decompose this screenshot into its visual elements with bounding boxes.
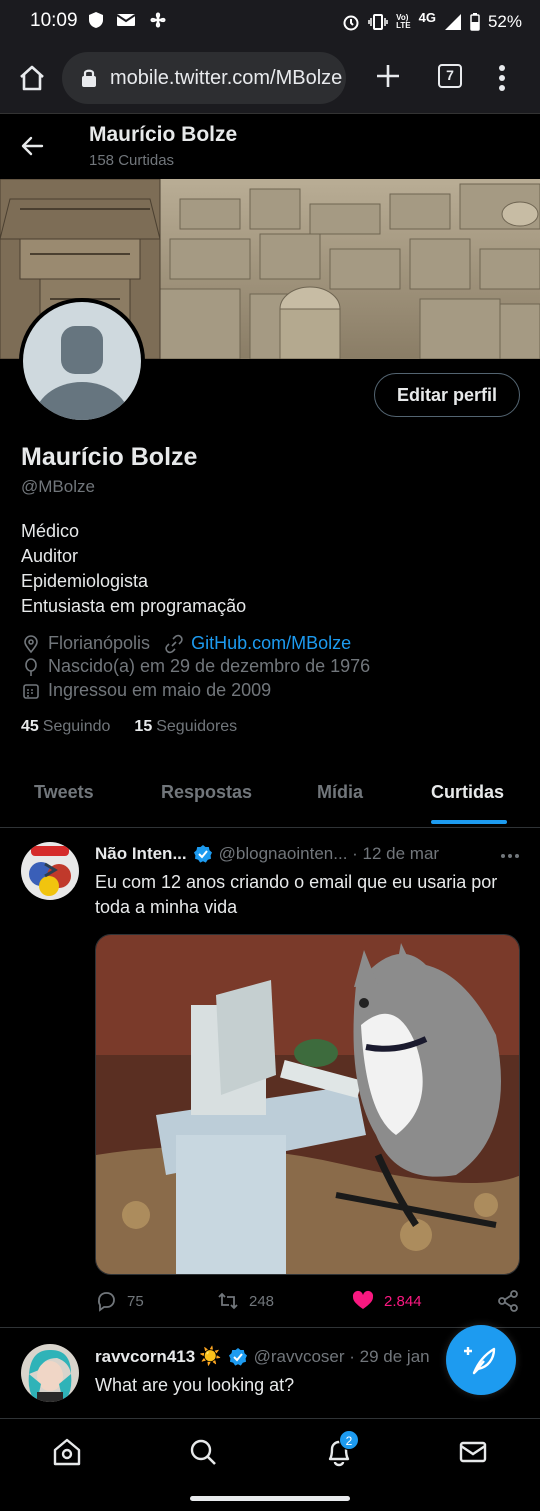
- tweet-text: Eu com 12 anos criando o email que eu us…: [95, 872, 498, 917]
- following-stat[interactable]: 45 Seguindo: [21, 718, 110, 736]
- tabs-icon[interactable]: 7: [438, 64, 462, 88]
- vibrate-icon: [368, 13, 388, 30]
- location-icon: [24, 634, 38, 653]
- reply-icon: [97, 1292, 115, 1312]
- tweet-handle-time: @blognaointen... · 12 de mar: [218, 844, 440, 863]
- following-label: Seguindo: [42, 718, 111, 735]
- tweet-header: Não Inten... @blognaointen... · 12 de ma…: [95, 844, 439, 864]
- tweet-author-avatar[interactable]: [21, 1344, 79, 1402]
- url-text: mobile.twitter.com/MBolze: [110, 66, 343, 89]
- compose-icon: [464, 1347, 496, 1375]
- like-count: 2.844: [384, 1292, 422, 1310]
- tweet-handle-time: @ravvcoser · 29 de jan: [253, 1346, 430, 1366]
- volte-bottom: LTE: [396, 20, 411, 30]
- status-left-icons: [88, 10, 168, 30]
- plus-icon[interactable]: [372, 60, 404, 92]
- menu-icon[interactable]: [492, 62, 512, 94]
- status-bar: 10:09 Vo) LTE 4G 52%: [0, 0, 540, 44]
- battery-icon: [470, 12, 480, 31]
- profile-header: Maurício Bolze 158 Curtidas: [0, 115, 540, 179]
- share-action[interactable]: [497, 1290, 529, 1312]
- bio-line: Médico: [21, 521, 80, 541]
- gesture-bar: [0, 1484, 540, 1511]
- profile-birthday-row: Nascido(a) em 29 de dezembro de 1976: [21, 656, 370, 677]
- profile-avatar[interactable]: [19, 298, 145, 424]
- reply-count: 75: [127, 1292, 144, 1310]
- mail-status-icon: [116, 14, 136, 26]
- heart-icon: [352, 1290, 374, 1309]
- profile-joined: Ingressou em maio de 2009: [48, 680, 272, 700]
- link-icon: [165, 634, 183, 653]
- lock-icon: [82, 69, 96, 87]
- profile-tabs: Tweets Respostas Mídia Curtidas: [0, 762, 540, 828]
- notifications-badge: 2: [339, 1430, 359, 1450]
- status-right-icons: Vo) LTE 4G 52%: [342, 10, 522, 33]
- compose-tweet-button[interactable]: [446, 1325, 516, 1395]
- header-likes-count: 158 Curtidas: [89, 152, 175, 169]
- battery-percent: 52%: [487, 11, 522, 31]
- header-name: Maurício Bolze: [89, 123, 238, 146]
- profile-location-row: Florianópolis GitHub.com/MBolze: [21, 633, 351, 654]
- tweet-media-image[interactable]: [95, 934, 520, 1275]
- volte-indicator: Vo) LTE: [396, 13, 411, 30]
- edit-profile-button[interactable]: Editar perfil: [374, 373, 520, 417]
- tweet-header: ravvcorn413 ☀️ @ravvcoser · 29 de jan: [95, 1346, 430, 1367]
- profile-bio: Médico Auditor Epidemiologista Entusiast…: [21, 519, 246, 619]
- followers-count: 15: [134, 718, 153, 735]
- more-options-icon[interactable]: [500, 846, 520, 866]
- alarm-icon: [343, 15, 359, 30]
- mail-icon[interactable]: [458, 1437, 488, 1467]
- tab-replies[interactable]: Respostas: [161, 782, 252, 803]
- retweet-action[interactable]: 248: [217, 1290, 274, 1312]
- search-icon[interactable]: [188, 1437, 218, 1467]
- bio-line: Entusiasta em programação: [21, 596, 247, 616]
- follow-stats: 45 Seguindo 15 Seguidores: [21, 718, 237, 736]
- reply-action[interactable]: 75: [95, 1290, 144, 1312]
- following-count: 45: [21, 718, 39, 735]
- gesture-handle[interactable]: [190, 1496, 350, 1501]
- like-action[interactable]: 2.844: [352, 1290, 422, 1312]
- default-avatar-icon: [23, 302, 141, 420]
- tab-tweets[interactable]: Tweets: [34, 782, 94, 803]
- shield-icon: [89, 12, 103, 28]
- address-bar[interactable]: mobile.twitter.com/MBolze: [62, 52, 346, 104]
- birthday-icon: [25, 657, 37, 676]
- tweet-actions: 75 248 2.844: [95, 1290, 520, 1314]
- followers-label: Seguidores: [156, 718, 238, 735]
- profile-location: Florianópolis: [48, 633, 151, 653]
- bio-line: Auditor: [21, 546, 79, 566]
- profile-name: Maurício Bolze: [21, 443, 198, 471]
- home-icon[interactable]: [16, 62, 48, 94]
- tab-likes[interactable]: Curtidas: [431, 782, 504, 803]
- profile-handle: @MBolze: [21, 477, 95, 496]
- tab-media[interactable]: Mídia: [317, 782, 363, 803]
- network-type: 4G: [418, 10, 436, 25]
- share-icon: [498, 1290, 518, 1312]
- profile-birthday: Nascido(a) em 29 de dezembro de 1976: [48, 656, 371, 676]
- profile-website-link[interactable]: GitHub.com/MBolze: [191, 633, 351, 654]
- signal-icon: [444, 13, 461, 30]
- retweet-count: 248: [249, 1292, 275, 1310]
- retweet-icon: [218, 1292, 238, 1310]
- verified-icon: [228, 1347, 247, 1366]
- active-tab-indicator: [431, 820, 507, 824]
- status-time: 10:09: [30, 10, 78, 31]
- verified-icon: [193, 845, 212, 863]
- tweet-author-name[interactable]: Não Inten...: [95, 844, 187, 864]
- browser-toolbar: mobile.twitter.com/MBolze 7: [0, 44, 540, 114]
- bio-line: Epidemiologista: [21, 571, 149, 591]
- profile-joined-row: Ingressou em maio de 2009: [21, 680, 271, 701]
- calendar-icon: [23, 683, 39, 699]
- fan-icon: [150, 12, 166, 28]
- followers-stat[interactable]: 15 Seguidores: [134, 718, 237, 736]
- home-nav-icon[interactable]: [52, 1437, 82, 1467]
- tweet-author-avatar[interactable]: [21, 842, 79, 900]
- sun-emoji: ☀️: [199, 1346, 222, 1366]
- bottom-navigation: 2: [0, 1418, 540, 1484]
- tweet-author-name[interactable]: ravvcorn413: [95, 1347, 195, 1367]
- back-arrow-icon[interactable]: [20, 133, 46, 159]
